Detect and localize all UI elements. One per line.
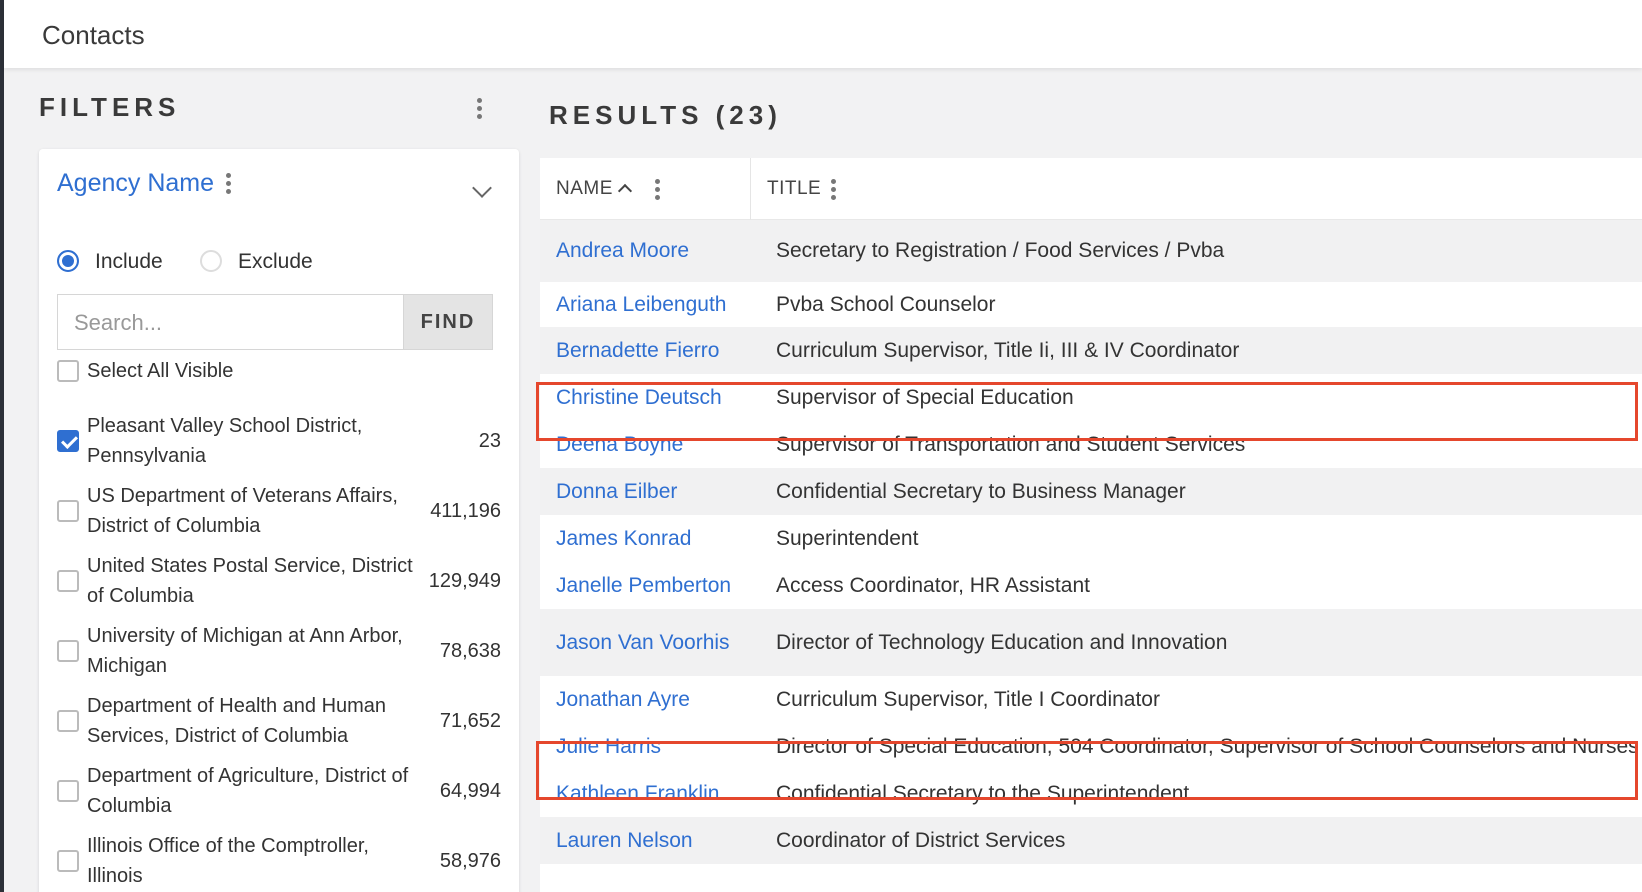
agency-option-label[interactable]: US Department of Veterans Affairs, Distr… bbox=[87, 481, 417, 541]
agency-filter-card: Agency Name Include Exclude Search... FI… bbox=[39, 149, 519, 892]
contact-title: Supervisor of Transportation and Student… bbox=[776, 433, 1246, 456]
agency-option-count: 23 bbox=[478, 430, 501, 452]
select-all-label[interactable]: Select All Visible bbox=[87, 356, 417, 386]
agency-option-label[interactable]: Department of Agriculture, District of C… bbox=[87, 761, 417, 821]
agency-option-count: 78,638 bbox=[439, 640, 501, 662]
agency-option-checkbox[interactable] bbox=[57, 850, 79, 872]
agency-search-input[interactable]: Search... bbox=[57, 294, 403, 350]
contact-name-link[interactable]: Janelle Pemberton bbox=[556, 574, 731, 598]
agency-option-checkbox[interactable] bbox=[57, 780, 79, 802]
contact-title: Coordinator of District Services bbox=[776, 829, 1066, 852]
column-divider[interactable] bbox=[750, 158, 751, 220]
table-row[interactable]: Christine Deutsch Supervisor of Special E… bbox=[540, 374, 1642, 421]
contact-title: Curriculum Supervisor, Title Ii, III & I… bbox=[776, 339, 1240, 362]
agency-option-checkbox[interactable] bbox=[57, 710, 79, 732]
table-header: NAME TITLE bbox=[540, 158, 1642, 220]
page-title: Contacts bbox=[42, 20, 145, 50]
contact-title: Director of Technology Education and Inn… bbox=[776, 631, 1228, 654]
table-row[interactable]: Deena Boyne Supervisor of Transportation … bbox=[540, 421, 1642, 468]
contact-name-link[interactable]: Donna Eilber bbox=[556, 480, 677, 504]
contact-name-link[interactable]: Bernadette Fierro bbox=[556, 339, 719, 363]
contact-title: Supervisor of Special Education bbox=[776, 386, 1074, 409]
agency-option-label[interactable]: Pleasant Valley School District, Pennsyl… bbox=[87, 411, 417, 471]
window-edge bbox=[0, 0, 4, 892]
contact-name-link[interactable]: James Konrad bbox=[556, 527, 691, 551]
filters-menu-icon[interactable] bbox=[476, 98, 482, 120]
agency-option-checkbox[interactable] bbox=[57, 430, 79, 452]
table-row[interactable]: Jonathan Ayre Curriculum Supervisor, Titl… bbox=[540, 676, 1642, 723]
agency-option-checkbox[interactable] bbox=[57, 640, 79, 662]
exclude-radio[interactable] bbox=[200, 250, 222, 272]
agency-filter-menu-icon[interactable] bbox=[225, 173, 231, 195]
agency-option-label[interactable]: Illinois Office of the Comptroller, Illi… bbox=[87, 831, 417, 891]
contact-name-link[interactable]: Jason Van Voorhis bbox=[556, 631, 730, 655]
results-heading: RESULTS (23) bbox=[549, 100, 782, 130]
agency-option-label[interactable]: University of Michigan at Ann Arbor, Mic… bbox=[87, 621, 417, 681]
table-row[interactable]: Jason Van Voorhis Director of Technology … bbox=[540, 609, 1642, 676]
find-button[interactable]: FIND bbox=[403, 294, 493, 350]
title-column-menu-icon[interactable] bbox=[830, 179, 836, 201]
table-row[interactable]: James Konrad Superintendent bbox=[540, 515, 1642, 562]
table-row[interactable]: Bernadette Fierro Curriculum Supervisor, … bbox=[540, 327, 1642, 374]
top-bar: Contacts bbox=[4, 0, 1642, 68]
contact-title: Confidential Secretary to the Superinten… bbox=[776, 782, 1190, 805]
contact-title: Access Coordinator, HR Assistant bbox=[776, 574, 1090, 597]
contact-title: Pvba School Counselor bbox=[776, 293, 996, 316]
agency-option-checkbox[interactable] bbox=[57, 570, 79, 592]
table-row[interactable]: Janelle Pemberton Access Coordinator, HR … bbox=[540, 562, 1642, 609]
title-column-header[interactable]: TITLE bbox=[767, 178, 821, 200]
select-all-checkbox[interactable] bbox=[57, 360, 79, 382]
contact-title: Confidential Secretary to Business Manag… bbox=[776, 480, 1186, 503]
table-row[interactable]: Ariana Leibenguth Pvba School Counselor bbox=[540, 282, 1642, 327]
agency-option-count: 58,976 bbox=[439, 850, 501, 872]
filters-heading: FILTERS bbox=[39, 92, 181, 122]
contact-name-link[interactable]: Ariana Leibenguth bbox=[556, 293, 726, 317]
agency-option-label[interactable]: United States Postal Service, District o… bbox=[87, 551, 417, 611]
table-row[interactable]: Donna Eilber Confidential Secretary to Bu… bbox=[540, 468, 1642, 515]
contact-name-link[interactable]: Jonathan Ayre bbox=[556, 688, 690, 712]
exclude-label[interactable]: Exclude bbox=[238, 250, 313, 274]
table-row[interactable]: Andrea Moore Secretary to Registration / … bbox=[540, 220, 1642, 282]
contact-name-link[interactable]: Lauren Nelson bbox=[556, 829, 693, 853]
contact-name-link[interactable]: Julie Harris bbox=[556, 735, 661, 759]
agency-option-count: 71,652 bbox=[439, 710, 501, 732]
agency-filter-title[interactable]: Agency Name bbox=[57, 169, 214, 198]
include-radio[interactable] bbox=[57, 250, 79, 272]
agency-option-count: 129,949 bbox=[428, 570, 501, 592]
table-row[interactable]: Julie Harris Director of Special Educatio… bbox=[540, 723, 1642, 770]
contact-name-link[interactable]: Deena Boyne bbox=[556, 433, 683, 457]
name-column-menu-icon[interactable] bbox=[654, 179, 660, 201]
contact-name-link[interactable]: Andrea Moore bbox=[556, 239, 689, 263]
contact-name-link[interactable]: Christine Deutsch bbox=[556, 386, 722, 410]
contact-title: Director of Special Education, 504 Coord… bbox=[776, 735, 1639, 758]
contact-title: Secretary to Registration / Food Service… bbox=[776, 239, 1225, 262]
table-row[interactable]: Kathleen Franklin Confidential Secretary … bbox=[540, 770, 1642, 817]
include-label[interactable]: Include bbox=[95, 250, 163, 274]
chevron-down-icon[interactable] bbox=[472, 178, 492, 198]
contact-name-link[interactable]: Kathleen Franklin bbox=[556, 782, 719, 806]
agency-option-count: 411,196 bbox=[430, 500, 501, 522]
results-table: NAME TITLE Andrea Moore Secretary to Regi… bbox=[540, 158, 1642, 892]
agency-option-checkbox[interactable] bbox=[57, 500, 79, 522]
name-column-header[interactable]: NAME bbox=[556, 178, 613, 200]
agency-option-count: 64,994 bbox=[439, 780, 501, 802]
agency-option-label[interactable]: Department of Health and Human Services,… bbox=[87, 691, 417, 751]
contact-title: Curriculum Supervisor, Title I Coordinat… bbox=[776, 688, 1160, 711]
table-row[interactable]: Lauren Nelson Coordinator of District Ser… bbox=[540, 817, 1642, 864]
sort-ascending-icon[interactable] bbox=[617, 183, 633, 199]
contact-title: Superintendent bbox=[776, 527, 919, 550]
